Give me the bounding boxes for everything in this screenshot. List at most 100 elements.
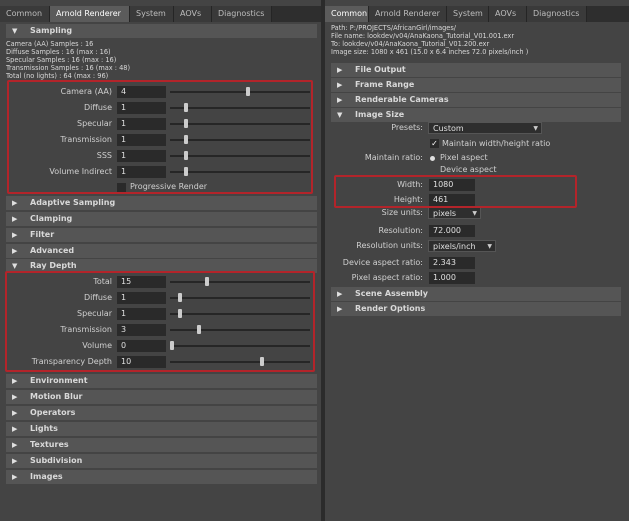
ray-depth-total-field[interactable]: 15 [117,276,166,288]
ray-depth-volume-slider-track[interactable] [170,345,310,347]
pixel-aspect-ratio-label: Pixel aspect ratio: [351,273,423,282]
section-images[interactable]: ▶ Images [6,470,317,484]
sampling-volume-indirect-slider-track[interactable] [170,171,310,173]
section-lights[interactable]: ▶ Lights [6,422,317,436]
sampling-transmission-slider-thumb[interactable] [184,135,188,144]
sampling-diffuse-slider-track[interactable] [170,107,310,109]
sampling-sss-slider-thumb[interactable] [184,151,188,160]
sampling-volume-indirect-field[interactable]: 1 [117,166,166,178]
triangle-right-icon: ▶ [12,457,18,465]
ray-depth-diffuse-slider-track[interactable] [170,297,310,299]
ray-depth-transparency-depth-field[interactable]: 10 [117,356,166,368]
section-advanced-label: Advanced [30,246,75,255]
ray-depth-transparency-depth-slider-track[interactable] [170,361,310,363]
section-render-options[interactable]: ▶ Render Options [331,302,621,316]
section-operators[interactable]: ▶ Operators [6,406,317,420]
sampling-specular-label: Specular [77,119,112,128]
section-sampling[interactable]: ▼ Sampling [6,24,317,38]
tab-diagnostics[interactable]: Diagnostics [527,6,587,22]
section-file-output[interactable]: ▶ File Output [331,63,621,77]
triangle-right-icon: ▶ [337,81,343,89]
maintain-width-height-label: Maintain width/height ratio [442,139,551,148]
sampling-info-line: Transmission Samples : 16 (max : 48) [6,64,131,72]
device-aspect-ratio-field[interactable]: 2.343 [429,257,475,269]
tab-arnold-renderer[interactable]: Arnold Renderer [369,6,447,22]
section-environment-label: Environment [30,376,88,385]
sampling-specular-slider-track[interactable] [170,123,310,125]
sampling-diffuse-field[interactable]: 1 [117,102,166,114]
ray-depth-specular-field[interactable]: 1 [117,308,166,320]
sampling-diffuse-slider-thumb[interactable] [184,103,188,112]
triangle-right-icon: ▶ [12,393,18,401]
section-sampling-label: Sampling [30,26,73,35]
resolution-units-value: pixels/inch [433,242,476,251]
section-frame-range[interactable]: ▶ Frame Range [331,78,621,92]
sampling-camera-aa--slider-track[interactable] [170,91,310,93]
sampling-camera-aa--field[interactable]: 4 [117,86,166,98]
presets-dropdown[interactable]: Custom ▼ [428,122,542,134]
width-height-highlight-box [334,175,577,208]
ray-depth-transparency-depth-label: Transparency Depth [31,357,112,366]
section-advanced[interactable]: ▶ Advanced [6,244,317,258]
image-info-line: Path: P:/PROJECTS/AfricanGirl/images/ [331,24,457,32]
triangle-right-icon: ▶ [12,231,18,239]
sampling-specular-field[interactable]: 1 [117,118,166,130]
tab-diagnostics[interactable]: Diagnostics [212,6,272,22]
section-subdivision[interactable]: ▶ Subdivision [6,454,317,468]
section-scene-assembly[interactable]: ▶ Scene Assembly [331,287,621,301]
section-environment[interactable]: ▶ Environment [6,374,317,388]
pixel-aspect-radio[interactable] [430,156,435,161]
sampling-transmission-label: Transmission [60,135,112,144]
tab-system[interactable]: System [447,6,489,22]
section-clamping-label: Clamping [30,214,73,223]
arnold-renderer-panel: Common Arnold Renderer System AOVs Diagn… [0,0,321,521]
ray-depth-specular-slider-track[interactable] [170,313,310,315]
sampling-sss-field[interactable]: 1 [117,150,166,162]
ray-depth-volume-field[interactable]: 0 [117,340,166,352]
ray-depth-transmission-field[interactable]: 3 [117,324,166,336]
sampling-specular-slider-thumb[interactable] [184,119,188,128]
tab-common[interactable]: Common [325,6,369,22]
tab-aovs[interactable]: AOVs [174,6,212,22]
ray-depth-transmission-slider-track[interactable] [170,329,310,331]
device-aspect-label[interactable]: Device aspect [440,165,497,175]
triangle-right-icon: ▶ [12,441,18,449]
section-filter[interactable]: ▶ Filter [6,228,317,242]
triangle-right-icon: ▶ [12,377,18,385]
section-renderable-cameras-label: Renderable Cameras [355,95,449,104]
ray-depth-diffuse-slider-thumb[interactable] [178,293,182,302]
ray-depth-total-slider-track[interactable] [170,281,310,283]
ray-depth-total-slider-thumb[interactable] [205,277,209,286]
section-motion-blur[interactable]: ▶ Motion Blur [6,390,317,404]
section-scene-assembly-label: Scene Assembly [355,289,428,298]
sampling-sss-slider-track[interactable] [170,155,310,157]
size-units-dropdown[interactable]: pixels ▼ [428,207,481,219]
sampling-info-line: Camera (AA) Samples : 16 [6,40,94,48]
ray-depth-specular-slider-thumb[interactable] [178,309,182,318]
sampling-volume-indirect-slider-thumb[interactable] [184,167,188,176]
section-renderable-cameras[interactable]: ▶ Renderable Cameras [331,93,621,107]
section-clamping[interactable]: ▶ Clamping [6,212,317,226]
section-image-size[interactable]: ▼ Image Size [331,108,621,122]
resolution-units-dropdown[interactable]: pixels/inch ▼ [428,240,496,252]
tab-aovs[interactable]: AOVs [489,6,527,22]
tab-common[interactable]: Common [0,6,50,22]
ray-depth-volume-slider-thumb[interactable] [170,341,174,350]
common-render-settings-panel: Common Arnold Renderer System AOVs Diagn… [325,0,629,521]
section-textures[interactable]: ▶ Textures [6,438,317,452]
sampling-info-line: Diffuse Samples : 16 (max : 16) [6,48,111,56]
tab-arnold-renderer[interactable]: Arnold Renderer [50,6,130,22]
sampling-transmission-field[interactable]: 1 [117,134,166,146]
triangle-right-icon: ▶ [12,247,18,255]
tab-system[interactable]: System [130,6,174,22]
ray-depth-diffuse-field[interactable]: 1 [117,292,166,304]
section-adaptive-sampling[interactable]: ▶ Adaptive Sampling [6,196,317,210]
ray-depth-transparency-depth-slider-thumb[interactable] [260,357,264,366]
pixel-aspect-ratio-field[interactable]: 1.000 [429,272,475,284]
ray-depth-transmission-slider-thumb[interactable] [197,325,201,334]
maintain-width-height-checkbox[interactable]: ✓ [430,139,439,148]
sampling-camera-aa--slider-thumb[interactable] [246,87,250,96]
resolution-field[interactable]: 72.000 [429,225,475,237]
section-render-options-label: Render Options [355,304,426,313]
sampling-transmission-slider-track[interactable] [170,139,310,141]
